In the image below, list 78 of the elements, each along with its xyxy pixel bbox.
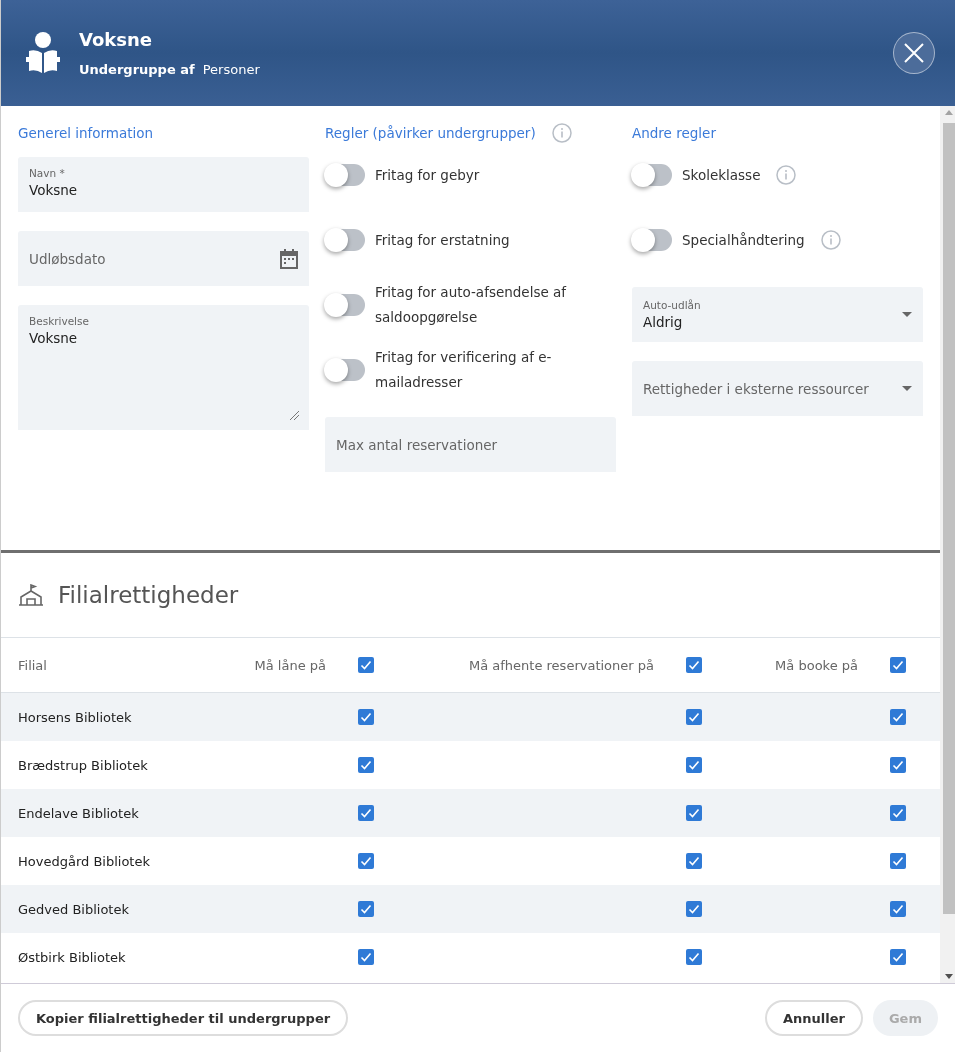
field-placeholder: Rettigheder i eksterne ressourcer <box>643 380 869 397</box>
branch-name: Brædstrup Bibliotek <box>18 757 149 773</box>
toggle-label: Fritag for erstatning <box>375 230 510 250</box>
calendar-icon[interactable] <box>280 248 298 269</box>
field-label: Auto-udlån <box>643 299 701 311</box>
checkbox[interactable] <box>358 709 374 725</box>
field-placeholder: Udløbsdato <box>29 250 106 267</box>
scroll-down-icon[interactable] <box>944 974 953 979</box>
branch-name: Østbirk Bibliotek <box>18 949 127 965</box>
checkbox[interactable] <box>890 853 906 869</box>
field-value: Aldrig <box>643 314 684 330</box>
checkbox[interactable] <box>890 805 906 821</box>
name-field[interactable]: Navn * Voksne <box>18 157 309 212</box>
close-button[interactable] <box>893 32 935 74</box>
toggle-switch[interactable] <box>632 229 672 251</box>
checkbox[interactable] <box>686 805 702 821</box>
reader-icon <box>25 31 61 75</box>
description-field[interactable]: Beskrivelse Voksne <box>18 305 309 430</box>
checkbox[interactable] <box>358 901 374 917</box>
toggle-switch[interactable] <box>325 164 365 186</box>
caret-icon <box>902 312 912 317</box>
checkbox[interactable] <box>686 901 702 917</box>
toggle-switch[interactable] <box>325 294 365 316</box>
cancel-button[interactable]: Annuller <box>765 1000 863 1036</box>
column-header: Må afhente reservationer på <box>469 657 654 673</box>
building-icon <box>18 584 44 606</box>
max-reservations-field[interactable]: Max antal reservationer <box>325 417 616 472</box>
section-heading: Regler (påvirker undergrupper) <box>325 125 536 141</box>
checkbox[interactable] <box>686 949 702 965</box>
toggle-label: Fritag for verificering af e-mailadresser <box>375 348 553 392</box>
close-icon <box>903 42 925 64</box>
branch-name: Endelave Bibliotek <box>18 805 140 821</box>
scrollbar[interactable] <box>940 106 955 983</box>
dropdown[interactable]: Rettigheder i eksterne ressourcer <box>632 361 923 416</box>
branch-name: Gedved Bibliotek <box>18 901 130 917</box>
checkbox[interactable] <box>890 657 906 673</box>
field-label: Beskrivelse <box>29 315 90 327</box>
checkbox[interactable] <box>358 853 374 869</box>
field-value: Voksne <box>29 182 79 198</box>
section-heading: Generel information <box>18 125 154 141</box>
window-title: Voksne <box>79 29 154 50</box>
date-field[interactable]: Udløbsdato <box>18 231 309 286</box>
checkbox[interactable] <box>358 657 374 673</box>
column-header: Må booke på <box>775 657 858 673</box>
subgroup-label: Undergruppe af <box>79 62 195 77</box>
checkbox[interactable] <box>890 949 906 965</box>
checkbox[interactable] <box>358 757 374 773</box>
field-value: Voksne <box>29 330 79 346</box>
checkbox[interactable] <box>686 853 702 869</box>
checkbox[interactable] <box>686 757 702 773</box>
checkbox[interactable] <box>890 709 906 725</box>
section-title: Filialrettigheder <box>58 582 239 608</box>
checkbox[interactable] <box>358 949 374 965</box>
copy-permissions-button[interactable]: Kopier filialrettigheder til undergrupper <box>18 1000 349 1036</box>
section-heading: Andre regler <box>632 125 716 141</box>
toggle-label: Fritag for gebyr <box>375 165 480 185</box>
checkbox[interactable] <box>686 709 702 725</box>
column-header: Filial <box>18 657 48 673</box>
column-header: Må låne på <box>254 657 326 673</box>
branch-name: Hovedgård Bibliotek <box>18 853 151 869</box>
toggle-label: Skoleklasse <box>682 165 761 185</box>
checkbox[interactable] <box>890 757 906 773</box>
toggle-switch[interactable] <box>632 164 672 186</box>
toggle-switch[interactable] <box>325 229 365 251</box>
toggle-label: Fritag for auto-afsendelse af saldoopgørelse <box>375 283 568 327</box>
toggle-label: Specialhåndtering <box>682 230 805 250</box>
field-placeholder: Max antal reservationer <box>336 436 498 453</box>
caret-icon <box>902 386 912 391</box>
checkbox[interactable] <box>890 901 906 917</box>
dropdown[interactable]: Auto-udlån Aldrig <box>632 287 923 342</box>
branch-name: Horsens Bibliotek <box>18 709 133 725</box>
scroll-up-icon[interactable] <box>944 110 953 115</box>
field-label: Navn * <box>29 167 66 179</box>
resize-handle-icon[interactable] <box>290 411 299 420</box>
toggle-switch[interactable] <box>325 359 365 381</box>
checkbox[interactable] <box>686 657 702 673</box>
parent-group: Personer <box>202 62 260 77</box>
checkbox[interactable] <box>358 805 374 821</box>
